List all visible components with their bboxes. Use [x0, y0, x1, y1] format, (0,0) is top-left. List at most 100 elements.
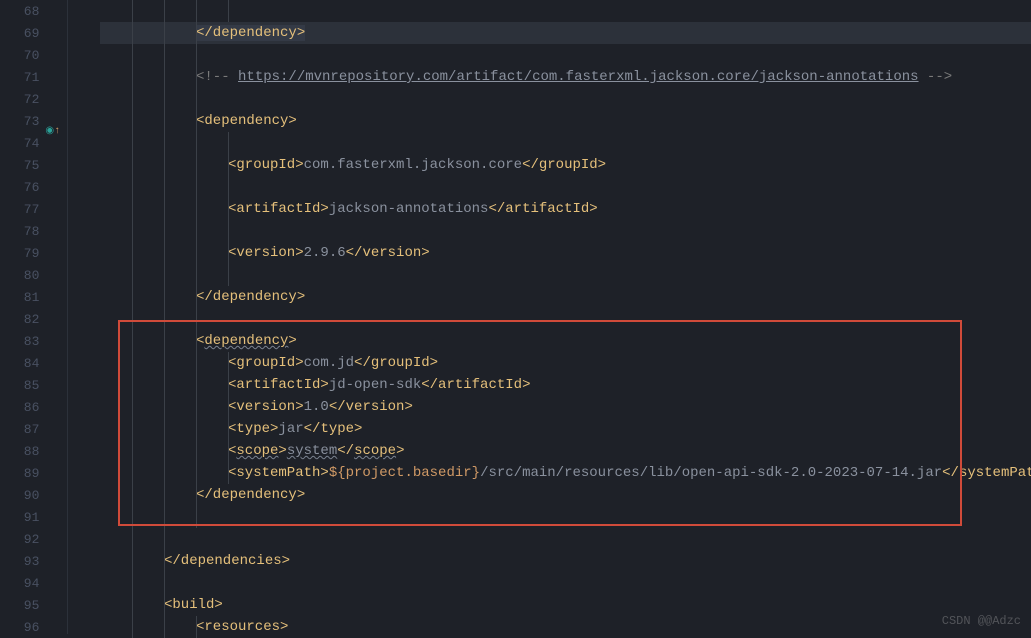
line-number: 81: [0, 290, 43, 305]
gutter-row[interactable]: 90: [0, 484, 67, 506]
line-number: 82: [0, 312, 43, 327]
line-number: 80: [0, 268, 43, 283]
xml-tag: <dependency>: [196, 113, 297, 129]
xml-tag: <groupId>: [228, 355, 304, 371]
gutter-row[interactable]: 74: [0, 132, 67, 154]
code-line[interactable]: <groupId>com.jd</groupId>: [100, 352, 1031, 374]
xml-tag: </artifactId>: [488, 201, 597, 217]
gutter-row[interactable]: 88: [0, 440, 67, 462]
xml-text: 1.0: [304, 399, 329, 415]
line-number: 87: [0, 422, 43, 437]
xml-tag: </dependency>: [196, 289, 305, 305]
url-link[interactable]: https://mvnrepository.com/artifact/com.f…: [238, 69, 919, 85]
code-line[interactable]: [100, 0, 1031, 22]
code-line[interactable]: <type>jar</type>: [100, 418, 1031, 440]
gutter-row[interactable]: 80: [0, 264, 67, 286]
xml-tag: </version>: [346, 245, 430, 261]
line-number: 72: [0, 92, 43, 107]
xml-tag: </: [337, 443, 354, 459]
gutter-row[interactable]: 95: [0, 594, 67, 616]
xml-tag: </dependency>: [196, 487, 305, 503]
code-line[interactable]: [100, 572, 1031, 594]
gutter-row[interactable]: 73◉↑: [0, 110, 67, 132]
gutter-row[interactable]: 87: [0, 418, 67, 440]
xml-tag: </systemPath>: [942, 465, 1031, 481]
line-number: 84: [0, 356, 43, 371]
gutter-row[interactable]: 86: [0, 396, 67, 418]
code-line[interactable]: [100, 220, 1031, 242]
gutter-row[interactable]: 94: [0, 572, 67, 594]
xml-tag: </dependencies>: [164, 553, 290, 569]
code-line[interactable]: [100, 308, 1031, 330]
code-line[interactable]: <resources>: [100, 616, 1031, 638]
gutter-row[interactable]: 71: [0, 66, 67, 88]
code-line[interactable]: </dependencies>: [100, 550, 1031, 572]
xml-tag: <version>: [228, 399, 304, 415]
line-number: 88: [0, 444, 43, 459]
gutter-row[interactable]: 77: [0, 198, 67, 220]
code-line[interactable]: <version>2.9.6</version>: [100, 242, 1031, 264]
code-line[interactable]: <systemPath>${project.basedir}/src/main/…: [100, 462, 1031, 484]
code-line[interactable]: <version>1.0</version>: [100, 396, 1031, 418]
code-line[interactable]: <!-- https://mvnrepository.com/artifact/…: [100, 66, 1031, 88]
line-number: 83: [0, 334, 43, 349]
code-line[interactable]: </dependency>: [100, 286, 1031, 308]
code-line[interactable]: [100, 264, 1031, 286]
code-line[interactable]: [100, 506, 1031, 528]
line-number: 76: [0, 180, 43, 195]
gutter-row[interactable]: 68: [0, 0, 67, 22]
code-line[interactable]: </dependency>: [100, 22, 1031, 44]
gutter-row[interactable]: 70: [0, 44, 67, 66]
code-editor: 68 6970 71 72 73◉↑7475 76 77 78 79 80 81 82 83 84 85 86…: [0, 0, 1031, 634]
xml-tag: <: [196, 333, 204, 349]
gutter-row[interactable]: 92: [0, 528, 67, 550]
line-number: 94: [0, 576, 43, 591]
gutter-row[interactable]: 84: [0, 352, 67, 374]
xml-text: jar: [278, 421, 303, 437]
gutter-row[interactable]: 79: [0, 242, 67, 264]
code-line[interactable]: [100, 132, 1031, 154]
xml-tag-warning: scope: [236, 443, 278, 459]
xml-comment: -->: [919, 69, 953, 85]
gutter-row[interactable]: 76: [0, 176, 67, 198]
code-line[interactable]: <dependency>: [100, 330, 1031, 352]
gutter-row[interactable]: 75: [0, 154, 67, 176]
code-line[interactable]: [100, 88, 1031, 110]
code-line[interactable]: [100, 528, 1031, 550]
line-number: 78: [0, 224, 43, 239]
xml-tag: </artifactId>: [421, 377, 530, 393]
code-line[interactable]: <groupId>com.fasterxml.jackson.core</gro…: [100, 154, 1031, 176]
gutter-row[interactable]: 78: [0, 220, 67, 242]
gutter-row[interactable]: 93: [0, 550, 67, 572]
xml-tag: </groupId>: [354, 355, 438, 371]
line-number: 68: [0, 4, 43, 19]
gutter-row[interactable]: 96: [0, 616, 67, 638]
code-line[interactable]: [100, 176, 1031, 198]
gutter-row[interactable]: 85: [0, 374, 67, 396]
code-area[interactable]: </dependency> <!-- https://mvnrepository.…: [100, 0, 1031, 634]
gutter-row[interactable]: 81: [0, 286, 67, 308]
code-line[interactable]: </dependency>: [100, 484, 1031, 506]
code-line[interactable]: <artifactId>jackson-annotations</artifac…: [100, 198, 1031, 220]
code-line[interactable]: <artifactId>jd-open-sdk</artifactId>: [100, 374, 1031, 396]
line-number: 86: [0, 400, 43, 415]
line-number: 79: [0, 246, 43, 261]
gutter-row[interactable]: 69: [0, 22, 67, 44]
line-number: 93: [0, 554, 43, 569]
line-number: 90: [0, 488, 43, 503]
code-line[interactable]: <dependency>: [100, 110, 1031, 132]
gutter-row[interactable]: 72: [0, 88, 67, 110]
code-line[interactable]: [100, 44, 1031, 66]
gutter-row[interactable]: 83: [0, 330, 67, 352]
gutter-row[interactable]: 82: [0, 308, 67, 330]
xml-text: /src/main/resources/lib/open-api-sdk-2.0…: [480, 465, 942, 481]
gutter-row[interactable]: 89: [0, 462, 67, 484]
xml-comment: <!--: [196, 69, 238, 85]
line-number: 71: [0, 70, 43, 85]
xml-tag: <artifactId>: [228, 201, 329, 217]
code-line[interactable]: <build>: [100, 594, 1031, 616]
xml-tag: <type>: [228, 421, 278, 437]
code-line[interactable]: <scope>system</scope>: [100, 440, 1031, 462]
gutter-row[interactable]: 91: [0, 506, 67, 528]
xml-tag: <systemPath>: [228, 465, 329, 481]
